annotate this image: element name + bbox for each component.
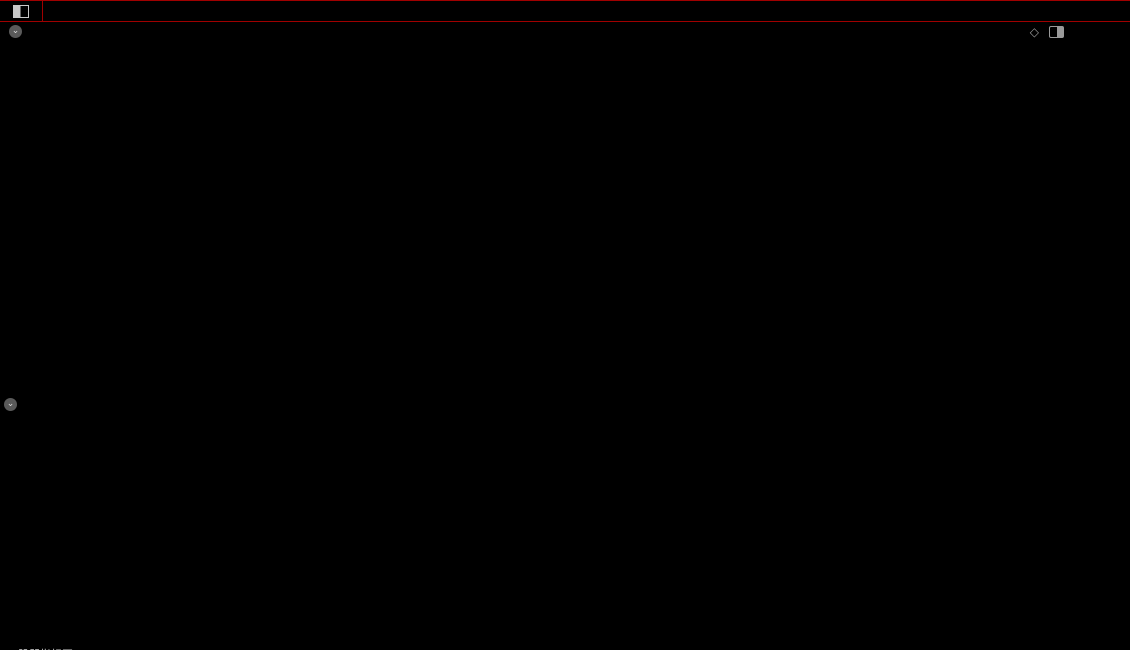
indicator-header: ⌄ (4, 398, 29, 411)
chevron-down-icon[interactable]: ⌄ (4, 398, 17, 411)
partially-visible-next-panel: ◇ 股朋指标网 (0, 646, 1130, 650)
trading-app-window: ⌄ ◇ ⌄ ◇ 股朋指标网 (0, 0, 1130, 650)
next-panel-clipped-text: ◇ 股朋指标网 (6, 646, 73, 650)
